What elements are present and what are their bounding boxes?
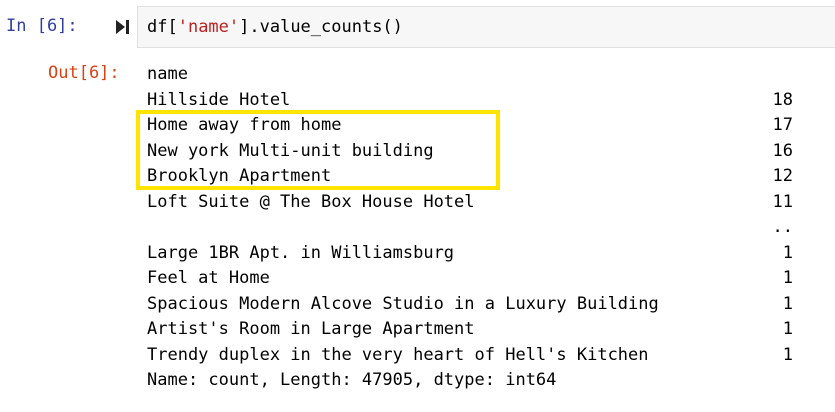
- row-count: 1: [782, 268, 793, 288]
- row-count: 18: [772, 89, 793, 110]
- value-count-row: Loft Suite @ The Box House Hotel 11: [147, 190, 797, 216]
- input-prompt: In [6]:: [6, 16, 78, 36]
- output-rows: Hillside Hotel 18 Home away from home 17 New…: [147, 88, 797, 369]
- row-count: 17: [772, 115, 793, 135]
- code-suffix: ].value_counts(): [239, 17, 403, 37]
- value-count-row: Brooklyn Apartment 12: [147, 164, 797, 190]
- row-count: ..: [772, 217, 793, 237]
- value-count-row: Large 1BR Apt. in Williamsburg 1: [147, 241, 797, 267]
- row-label: New york Multi-unit building: [147, 140, 434, 161]
- row-label: Home away from home: [147, 115, 342, 135]
- value-count-row: Spacious Modern Alcove Studio in a Luxur…: [147, 292, 797, 318]
- row-label: Hillside Hotel: [147, 89, 291, 110]
- code-string-literal: 'name': [177, 17, 240, 37]
- row-label: Brooklyn Apartment: [147, 166, 332, 186]
- run-cell-icon[interactable]: [116, 18, 130, 36]
- output-header: name: [147, 64, 188, 84]
- output-prompt: Out[6]:: [48, 63, 120, 83]
- output-footer: Name: count, Length: 47905, dtype: int64: [147, 370, 557, 390]
- code-input-area[interactable]: df['name'].value_counts(): [137, 6, 835, 48]
- row-label: Artist's Room in Large Apartment: [147, 319, 475, 339]
- value-count-row: Trendy duplex in the very heart of Hell'…: [147, 343, 797, 369]
- row-label: Large 1BR Apt. in Williamsburg: [147, 242, 455, 263]
- code-prefix: df[: [147, 17, 178, 37]
- row-count: 1: [782, 319, 793, 339]
- value-count-row: Hillside Hotel 18: [147, 88, 797, 114]
- row-count: 1: [782, 242, 793, 263]
- value-count-row: New york Multi-unit building 16: [147, 139, 797, 165]
- row-label: Spacious Modern Alcove Studio in a Luxur…: [147, 293, 659, 314]
- row-count: 16: [772, 140, 793, 161]
- value-count-row: Artist's Room in Large Apartment 1: [147, 317, 797, 343]
- row-label: Feel at Home: [147, 268, 270, 288]
- row-count: 1: [782, 344, 793, 365]
- value-count-row: Feel at Home 1: [147, 266, 797, 292]
- value-count-row: Home away from home 17: [147, 113, 797, 139]
- row-label: Trendy duplex in the very heart of Hell'…: [147, 344, 649, 365]
- cell-output: name Hillside Hotel 18 Home away from home…: [147, 62, 797, 394]
- value-count-row: ..: [147, 215, 797, 241]
- code-text: df['name'].value_counts(): [147, 17, 403, 37]
- row-count: 12: [772, 166, 793, 186]
- row-count: 11: [772, 191, 793, 212]
- row-count: 1: [782, 293, 793, 314]
- row-label: Loft Suite @ The Box House Hotel: [147, 191, 475, 212]
